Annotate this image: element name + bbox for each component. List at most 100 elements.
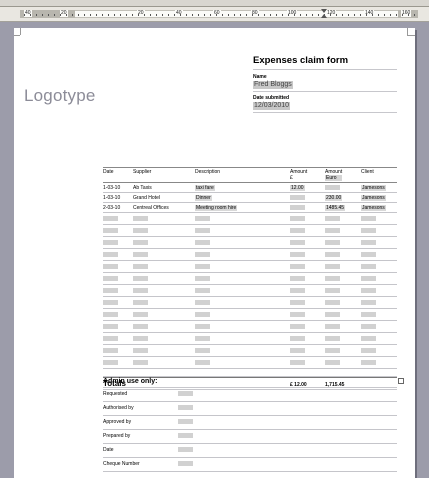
admin-row[interactable]: Prepared by	[103, 430, 397, 444]
admin-field-value[interactable]	[178, 419, 193, 424]
ruler-tick	[156, 14, 157, 16]
ruler-tick	[132, 14, 133, 16]
ruler-tick	[360, 14, 361, 16]
ruler-tick	[72, 14, 73, 16]
table-row-blank[interactable]	[103, 297, 397, 309]
ruler-tick	[288, 14, 289, 16]
name-field[interactable]: Fred Bloggs	[253, 81, 293, 89]
ruler-tick	[96, 14, 97, 16]
ruler-tick	[108, 14, 109, 16]
admin-field-value[interactable]	[178, 461, 193, 466]
admin-row[interactable]: Date	[103, 444, 397, 458]
ruler-tick	[246, 14, 247, 16]
table-row[interactable]: 1-03-10 Grand Hotel Dinner 230.00 Jameso…	[103, 193, 397, 203]
date-submitted-field[interactable]: 12/03/2010	[253, 102, 291, 110]
table-row-blank[interactable]	[103, 237, 397, 249]
table-row-blank[interactable]	[103, 273, 397, 285]
table-row-blank[interactable]	[103, 249, 397, 261]
empty-cell	[361, 324, 376, 329]
cell-description: Meeting room hire	[195, 205, 238, 211]
empty-cell	[361, 264, 376, 269]
empty-cell	[361, 216, 376, 221]
divider	[253, 112, 397, 113]
empty-cell	[133, 216, 148, 221]
empty-cell	[195, 312, 210, 317]
table-row-blank[interactable]	[103, 345, 397, 357]
ruler-tick	[264, 14, 265, 16]
date-submitted-label: Date submitted	[253, 95, 290, 101]
ruler-tick	[180, 14, 181, 16]
ruler-tick	[276, 14, 277, 16]
empty-cell	[325, 336, 340, 341]
empty-cell	[290, 288, 305, 293]
ruler-tick	[378, 14, 379, 16]
table-row-blank[interactable]	[103, 309, 397, 321]
admin-field-value[interactable]	[178, 391, 193, 396]
ruler-tick	[318, 14, 319, 16]
empty-cell	[361, 252, 376, 257]
admin-row[interactable]: Authorised by	[103, 402, 397, 416]
ruler-tick	[102, 14, 103, 16]
horizontal-ruler[interactable]: 40 20 20 40 60 80 100 120 140 160	[0, 7, 429, 22]
admin-field-value[interactable]	[178, 447, 193, 452]
empty-cell	[195, 360, 210, 365]
empty-cell	[361, 360, 376, 365]
empty-cell	[103, 216, 118, 221]
empty-cell	[195, 336, 210, 341]
empty-cell	[195, 264, 210, 269]
table-resize-handle[interactable]	[398, 378, 404, 384]
divider	[253, 69, 397, 70]
empty-cell	[325, 324, 340, 329]
crop-mark	[14, 35, 20, 36]
ruler-tick	[204, 14, 205, 16]
empty-cell	[133, 312, 148, 317]
name-label: Name	[253, 74, 267, 80]
table-row[interactable]: 2-03-10 Centreal Offices Meeting room hi…	[103, 203, 397, 213]
ruler-tick	[390, 14, 391, 16]
admin-field-value[interactable]	[178, 433, 193, 438]
table-row-blank[interactable]	[103, 333, 397, 345]
ruler-tick	[336, 14, 337, 16]
ruler-tick	[192, 14, 193, 16]
ruler-tick	[66, 14, 67, 16]
cell-date: 1-03-10	[103, 185, 121, 191]
empty-cell	[325, 264, 340, 269]
empty-cell	[195, 228, 210, 233]
empty-cell	[290, 312, 305, 317]
ruler-tick	[174, 14, 175, 16]
table-row-blank[interactable]	[103, 321, 397, 333]
empty-cell	[290, 348, 305, 353]
ruler-tick	[300, 14, 301, 16]
ruler-tick	[84, 14, 85, 16]
ruler-tick	[60, 14, 61, 16]
divider	[253, 91, 397, 92]
empty-cell	[103, 228, 118, 233]
table-row-blank[interactable]	[103, 285, 397, 297]
empty-cell	[133, 288, 148, 293]
table-row-blank[interactable]	[103, 213, 397, 225]
empty-cell	[195, 288, 210, 293]
empty-cell	[290, 276, 305, 281]
admin-field-label: Date	[103, 447, 114, 453]
admin-row[interactable]: Requested	[103, 388, 397, 402]
empty-cell	[290, 360, 305, 365]
admin-row[interactable]: Approved by	[103, 416, 397, 430]
ruler-tick	[78, 14, 79, 16]
table-row[interactable]: 1-03-10 Ab Taxis taxi fare 12.00 Jameson…	[103, 183, 397, 193]
empty-cell	[133, 348, 148, 353]
table-row-blank[interactable]	[103, 261, 397, 273]
cell-amount-gbp: 12.00	[290, 185, 305, 191]
document-page[interactable]: Logotype Expenses claim form Name Fred B…	[14, 28, 415, 478]
ruler-tick	[168, 14, 169, 16]
admin-row[interactable]: Cheque Number	[103, 458, 397, 472]
crop-mark	[20, 28, 21, 35]
empty-cell	[195, 252, 210, 257]
cell-client: Jamesons	[361, 185, 386, 191]
empty-cell	[325, 228, 340, 233]
table-row-blank[interactable]	[103, 225, 397, 237]
empty-cell	[133, 360, 148, 365]
empty-cell	[361, 276, 376, 281]
table-row-blank[interactable]	[103, 357, 397, 369]
ruler-tick	[162, 14, 163, 16]
admin-field-value[interactable]	[178, 405, 193, 410]
